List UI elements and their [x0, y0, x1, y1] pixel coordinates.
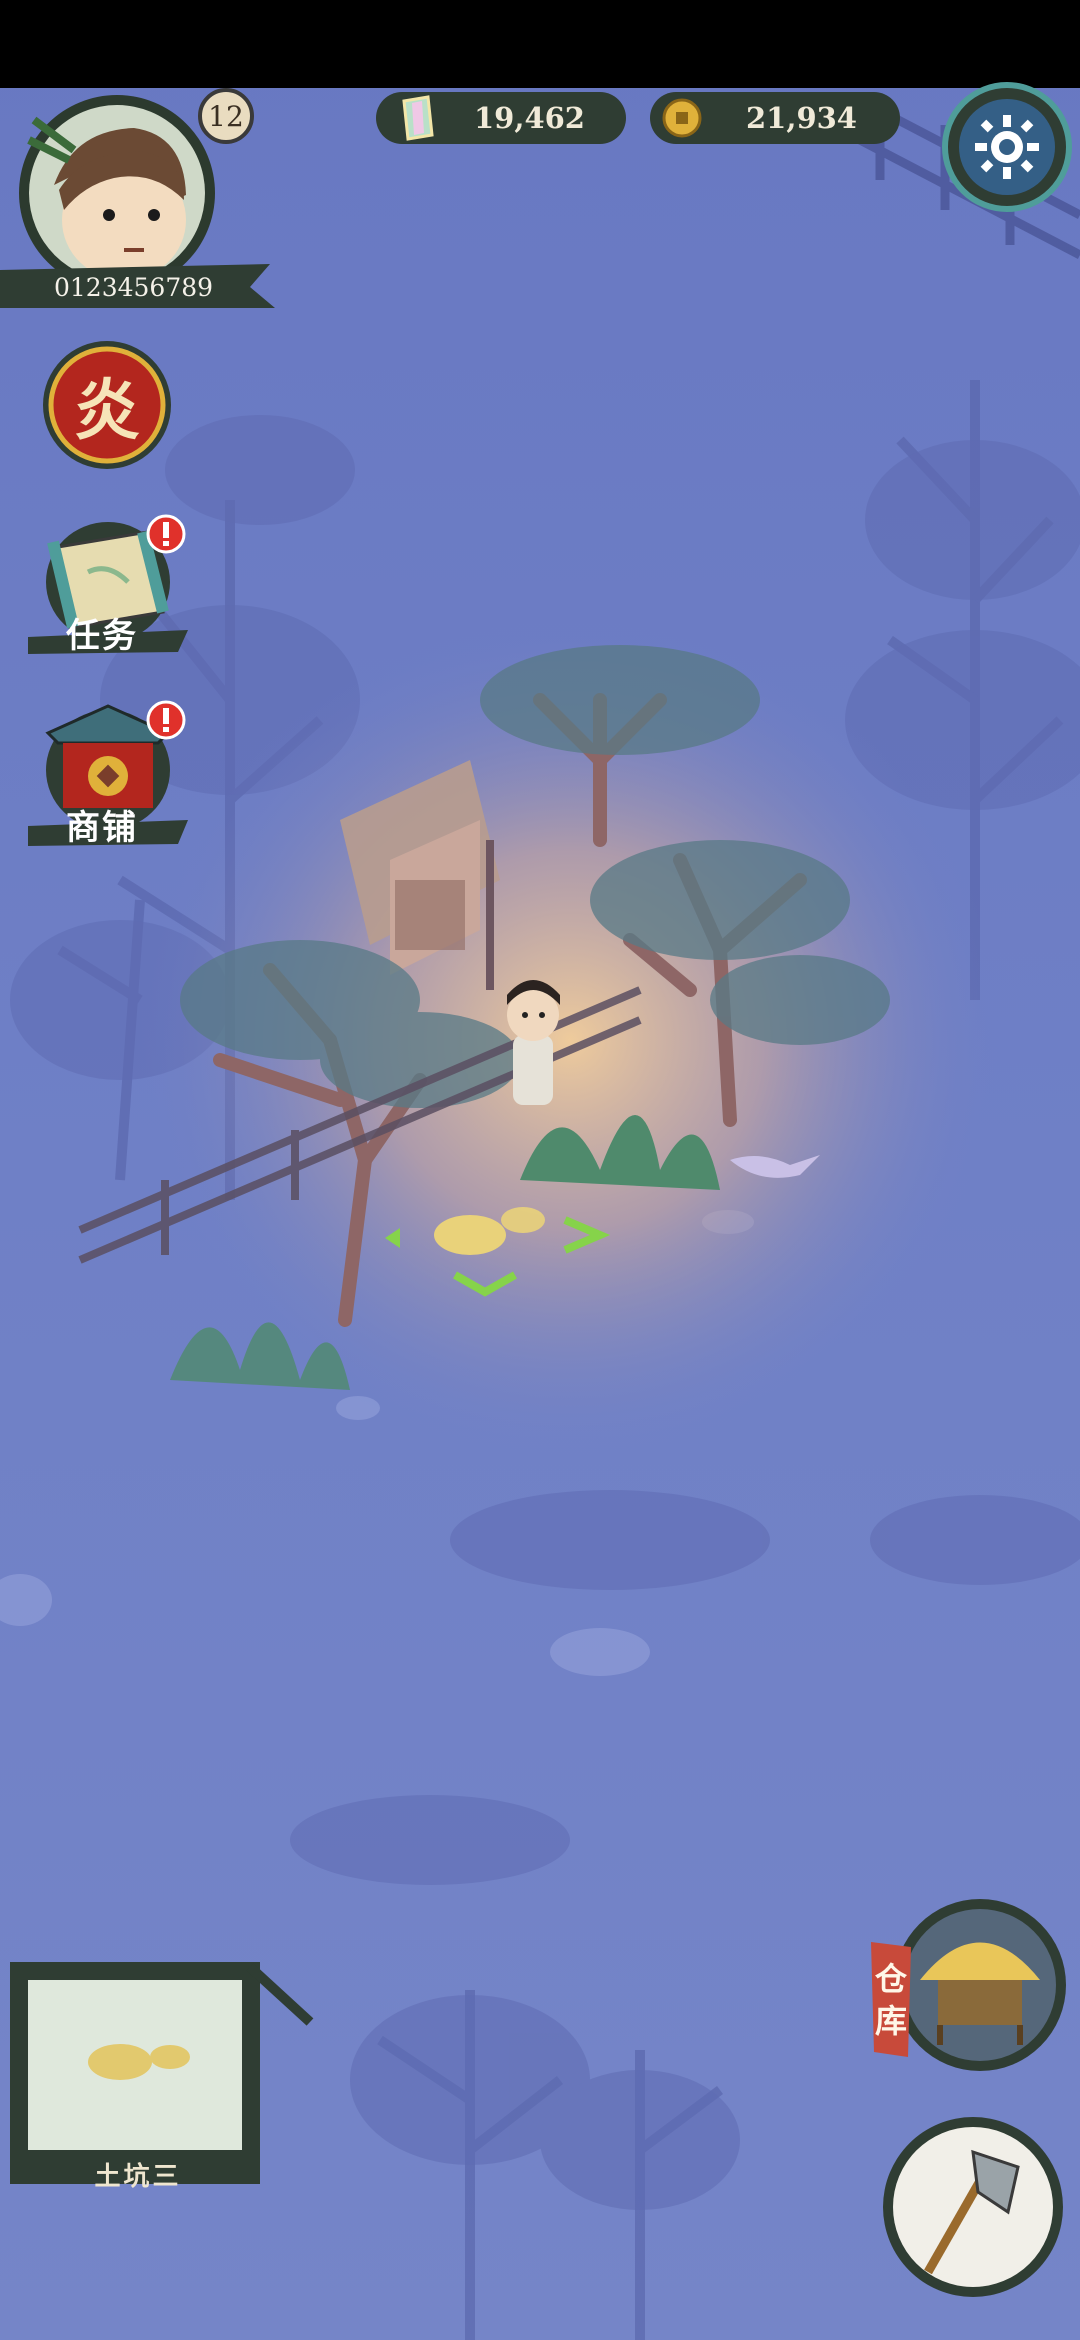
settings-button[interactable]: [940, 80, 1075, 215]
shop-button[interactable]: 商铺: [28, 698, 198, 848]
alert-icon: [146, 700, 186, 740]
gem-amount: 19,462: [474, 101, 585, 135]
settings-gear-icon: [942, 82, 1072, 212]
alert-icon: [146, 514, 186, 554]
coin-icon: [662, 98, 702, 138]
warehouse-label: 仓 库: [866, 1945, 916, 2055]
warehouse-button[interactable]: [890, 1895, 1070, 2075]
coin-counter[interactable]: 21,934: [650, 92, 900, 144]
tasks-label: 任务: [66, 616, 138, 656]
disaster-button[interactable]: 炎: [40, 338, 174, 472]
disaster-glyph: 炎: [74, 371, 140, 449]
player-id: 0123456789: [0, 262, 275, 312]
coin-amount: 21,934: [746, 101, 857, 135]
tasks-button[interactable]: 任务: [28, 512, 198, 657]
warehouse-label-bottom: 库: [874, 2002, 907, 2040]
player-character: [507, 980, 560, 1105]
warehouse-label-top: 仓: [874, 1960, 907, 1998]
player-id-text: 0123456789: [54, 272, 214, 302]
gem-counter[interactable]: 19,462: [376, 92, 626, 144]
axe-tool-button[interactable]: [878, 2112, 1068, 2302]
gem-icon: [402, 95, 434, 141]
status-bar: [0, 0, 1080, 88]
shop-label: 商铺: [66, 808, 138, 848]
player-level-badge: 12: [198, 88, 254, 144]
axe-icon: [883, 2117, 1063, 2297]
selected-spot-card[interactable]: [10, 1962, 314, 2184]
warehouse-hut-icon: [894, 1899, 1066, 2071]
selected-spot-label: 土坑三: [94, 2162, 182, 2192]
